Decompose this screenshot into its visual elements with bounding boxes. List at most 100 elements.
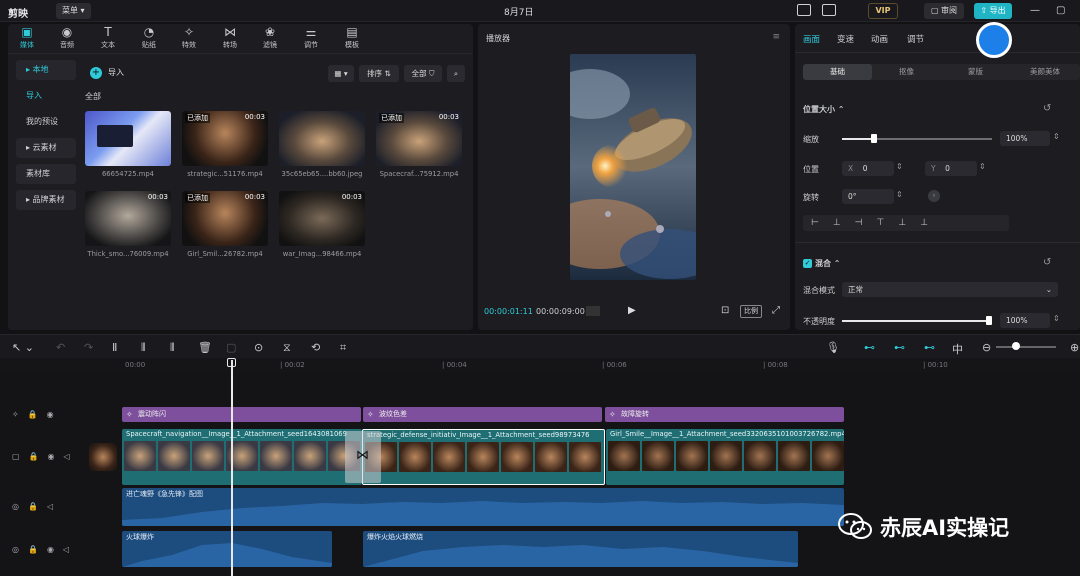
export-button[interactable]: ⇧ 导出	[974, 3, 1012, 19]
tab-effects[interactable]: ✧ 特效	[172, 26, 206, 50]
blend-checkbox[interactable]: ✓	[803, 259, 812, 268]
tab-audio[interactable]: ◉ 音频	[50, 26, 84, 50]
opacity-slider[interactable]	[842, 320, 992, 322]
menu-button[interactable]: 菜单 ▾	[56, 3, 91, 19]
media-item[interactable]: 已添加 00:03	[182, 191, 268, 246]
sort-button[interactable]: 排序 ⇅	[359, 65, 399, 82]
fullscreen-icon[interactable]: ⤢	[772, 305, 780, 316]
media-item[interactable]	[85, 111, 171, 166]
tab-adjust-props[interactable]: 调节	[907, 33, 924, 45]
align-toolbar[interactable]: ⊢⊥⊣⊤⊥⊥	[803, 215, 1009, 231]
opacity-input[interactable]: 100%	[1000, 313, 1050, 328]
view-toggle-button[interactable]: ▦ ▾	[328, 65, 354, 82]
video-track-controls[interactable]: ▢🔒◉◁	[12, 452, 79, 461]
mirror-icon[interactable]: ⧖	[283, 341, 291, 355]
reset-icon[interactable]: ↺	[1043, 257, 1051, 268]
zoom-slider-knob[interactable]	[1012, 342, 1020, 350]
sidebar-item-library[interactable]: 素材库	[16, 164, 76, 184]
maximize-icon[interactable]: ▢	[1056, 5, 1065, 16]
stepper-icon[interactable]: ⇕	[1053, 314, 1060, 323]
effect-clip[interactable]: ✧ 故障旋转	[605, 407, 844, 422]
blend-mode-select[interactable]: 正常 ⌄	[842, 282, 1058, 297]
tab-filter[interactable]: ❀ 滤镜	[253, 26, 287, 50]
select-tool-icon[interactable]: ↖ ⌄	[12, 341, 34, 354]
redo-icon[interactable]: ↷	[84, 341, 93, 354]
stepper-icon[interactable]: ⇕	[1053, 132, 1060, 141]
tab-speed[interactable]: 变速	[837, 33, 854, 45]
layout-icon[interactable]	[822, 4, 836, 16]
tab-picture[interactable]: 画面	[803, 33, 820, 45]
play-button[interactable]: ▶	[628, 305, 636, 316]
scale-slider-knob[interactable]	[871, 134, 877, 143]
sfx-track-controls[interactable]: ◎🔒◉◁	[12, 545, 78, 554]
position-x-input[interactable]: X 0	[842, 161, 894, 176]
sidebar-item-local[interactable]: ▸ 本地	[16, 60, 76, 80]
microphone-icon[interactable]: 🎙	[826, 341, 840, 354]
subtab-beauty[interactable]: 美颜美体	[1010, 64, 1080, 80]
rotate-icon[interactable]: ⟲	[311, 341, 320, 354]
link-icon[interactable]: ⊷	[864, 341, 875, 354]
stepper-icon[interactable]: ⇕	[979, 162, 986, 171]
trim-left-icon[interactable]: ⫴	[141, 341, 146, 355]
zoom-in-icon[interactable]: ⊕	[1070, 341, 1079, 354]
ratio-button[interactable]: 比例	[740, 305, 762, 318]
crop-icon[interactable]: ⌗	[340, 341, 346, 355]
effect-track-controls[interactable]: ✧🔒◉	[12, 410, 63, 419]
zoom-out-icon[interactable]: ⊖	[982, 341, 991, 354]
effect-clip[interactable]: ✧ 震动阵闪	[122, 407, 361, 422]
zoom-slider[interactable]	[996, 346, 1056, 348]
delete-icon[interactable]: 🗑	[198, 341, 212, 354]
preview-axis-icon[interactable]: ⊷	[894, 341, 905, 354]
filter-button[interactable]: 全部 ⛉	[404, 65, 442, 82]
video-clip[interactable]: Spacecraft_navigation__Image__1_Attachme…	[122, 429, 362, 485]
sfx-clip[interactable]: 爆炸火焰火球燃烧	[363, 531, 798, 567]
scale-input[interactable]: 100%	[1000, 131, 1050, 146]
sidebar-item-brand[interactable]: ▸ 品牌素材	[16, 190, 76, 210]
sidebar-item-presets[interactable]: 我的预设	[16, 112, 76, 132]
media-item[interactable]: 00:03	[279, 191, 365, 246]
media-item[interactable]: 已添加 00:03	[182, 111, 268, 166]
subtab-mask[interactable]: 蒙版	[941, 64, 1010, 80]
video-clip[interactable]: Girl_Smile__Image__1_Attachment_seed3320…	[606, 429, 844, 485]
opacity-slider-knob[interactable]	[986, 316, 992, 325]
split-screen-icon[interactable]: 中	[952, 341, 963, 357]
stepper-icon[interactable]: ⇕	[896, 162, 903, 171]
sidebar-item-cloud[interactable]: ▸ 云素材	[16, 138, 76, 158]
review-button[interactable]: ▢ 审阅	[924, 3, 964, 19]
search-button[interactable]: ⌕	[447, 65, 465, 82]
subtab-cutout[interactable]: 抠像	[872, 64, 941, 80]
media-item[interactable]: 00:03	[85, 191, 171, 246]
subtab-basic[interactable]: 基础	[803, 64, 872, 80]
sidebar-item-import[interactable]: 导入	[16, 86, 76, 106]
tab-transition[interactable]: ⋈ 转场	[213, 26, 247, 50]
media-item[interactable]: 已添加 00:03	[376, 111, 462, 166]
video-clip-selected[interactable]: strategic_defense_initiativ_Image__1_Att…	[362, 429, 605, 485]
undo-icon[interactable]: ↶	[56, 341, 65, 354]
cover-thumbnail[interactable]	[89, 443, 117, 471]
effect-clip[interactable]: ✧ 波纹色差	[363, 407, 602, 422]
rotate-dial-icon[interactable]: ◦	[928, 190, 940, 202]
screenshot-icon[interactable]: ⊡	[721, 305, 729, 316]
reset-icon[interactable]: ↺	[1043, 103, 1051, 114]
trim-right-icon[interactable]: ⫴	[170, 341, 175, 355]
tab-text[interactable]: T 文本	[91, 26, 125, 50]
split-icon[interactable]: Ⅱ	[112, 341, 117, 354]
tab-media[interactable]: ▣ 媒体	[10, 26, 44, 50]
keyboard-icon[interactable]	[797, 4, 811, 16]
import-button[interactable]: + 导入	[86, 64, 132, 82]
tab-adjust[interactable]: ⚌ 调节	[294, 26, 328, 50]
tab-sticker[interactable]: ◔ 贴纸	[132, 26, 166, 50]
sfx-clip[interactable]: 火球爆炸	[122, 531, 332, 567]
timecode-toggle-icon[interactable]	[586, 306, 600, 316]
tab-template[interactable]: ▤ 模板	[335, 26, 369, 50]
stepper-icon[interactable]: ⇕	[896, 190, 903, 199]
freeze-icon[interactable]: ▢	[226, 341, 236, 354]
reverse-icon[interactable]: ⊙	[254, 341, 263, 354]
playhead[interactable]	[231, 360, 233, 576]
menu-icon[interactable]: ≡	[772, 32, 780, 42]
media-item[interactable]	[279, 111, 365, 166]
scale-slider[interactable]	[842, 138, 992, 140]
rotate-input[interactable]: 0°	[842, 189, 894, 204]
tab-animation[interactable]: 动画	[871, 33, 888, 45]
position-y-input[interactable]: Y 0	[925, 161, 977, 176]
